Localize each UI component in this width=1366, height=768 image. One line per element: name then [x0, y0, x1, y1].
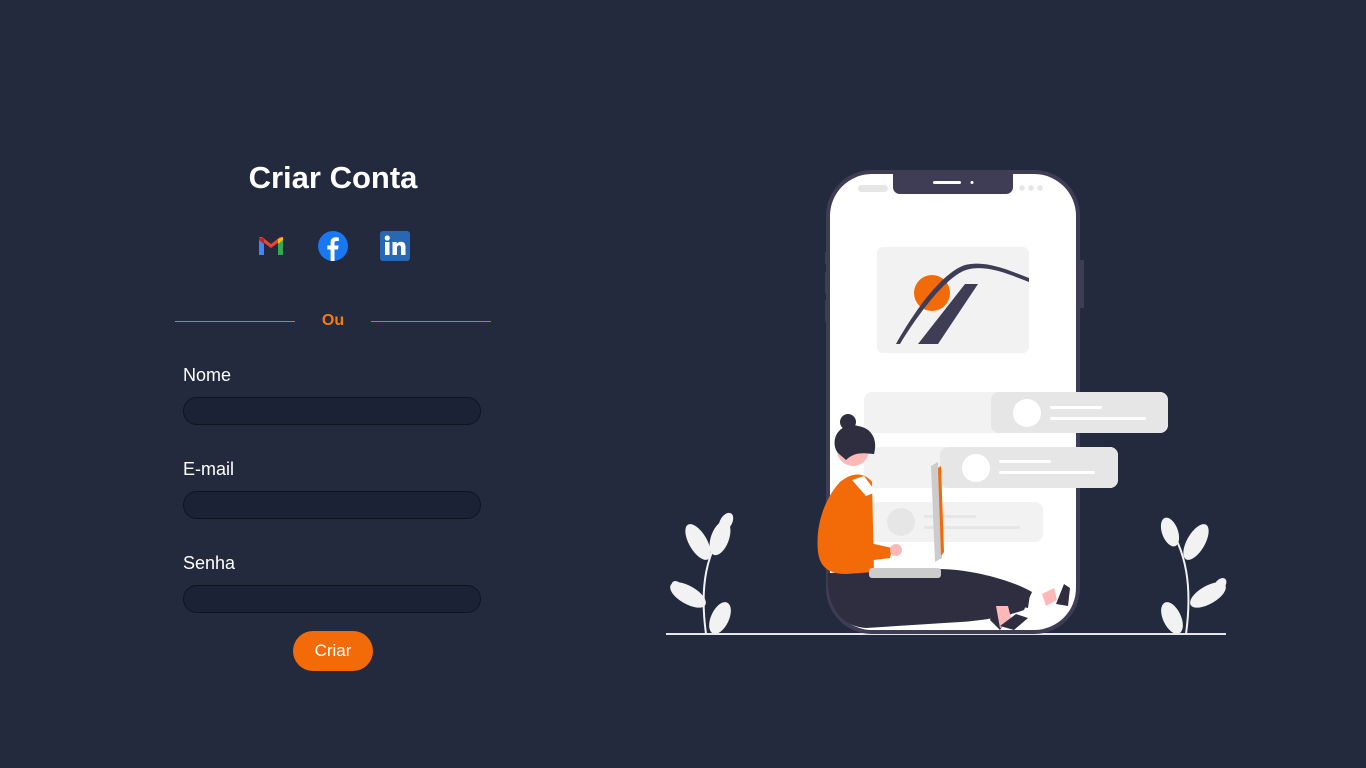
signup-illustration — [666, 170, 1227, 635]
facebook-icon — [318, 231, 348, 261]
plant-right — [1160, 517, 1227, 635]
password-label: Senha — [183, 553, 236, 573]
create-account-button[interactable]: Criar — [293, 631, 373, 671]
name-input[interactable] — [183, 397, 481, 425]
image-card — [877, 247, 1029, 353]
name-label: Nome — [183, 365, 232, 385]
facebook-button[interactable] — [317, 230, 349, 262]
plant-left — [670, 512, 734, 635]
page-title: Criar Conta — [248, 160, 418, 195]
divider-line-right — [371, 321, 491, 322]
linkedin-button[interactable] — [379, 230, 411, 262]
social-login-group — [175, 230, 491, 262]
password-input[interactable] — [183, 585, 481, 613]
email-input[interactable] — [183, 491, 481, 519]
or-divider: Ou — [175, 312, 491, 332]
linkedin-icon — [380, 231, 410, 261]
gmail-icon — [259, 237, 283, 255]
email-label: E-mail — [183, 459, 235, 479]
gmail-button[interactable] — [255, 230, 287, 262]
message-cards — [864, 392, 1168, 542]
